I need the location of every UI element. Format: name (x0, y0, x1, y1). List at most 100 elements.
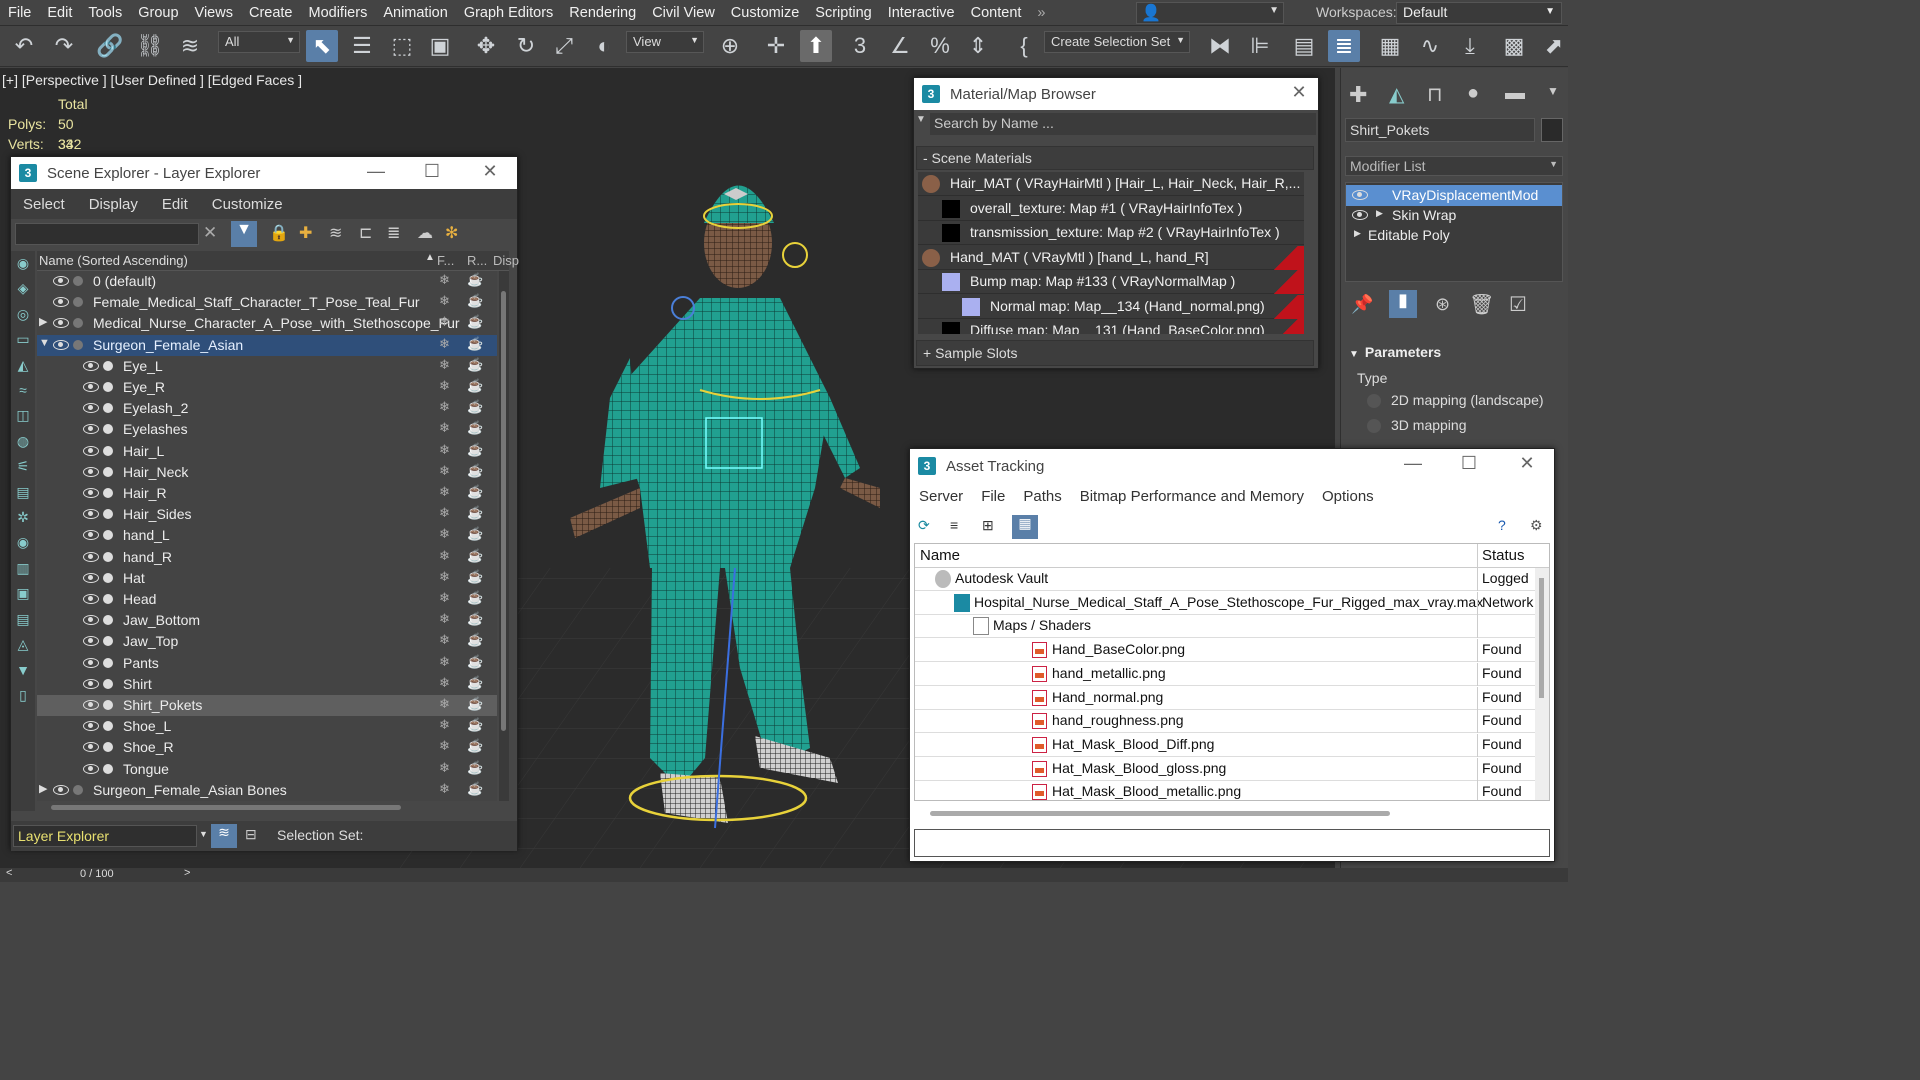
named-selection-icon[interactable]: { (1008, 30, 1040, 62)
visibility-eye-icon[interactable] (83, 466, 99, 477)
hierarchy-icon[interactable]: ⊏ (359, 223, 372, 243)
scene-explorer-toggle-icon[interactable]: ≣ (1328, 30, 1360, 62)
asset-row[interactable]: Hand_normal.png Found (915, 686, 1535, 710)
snaps-toggle-icon[interactable]: 3 (844, 30, 876, 62)
layer-row[interactable]: Hair_Sides ❄ ☕ (37, 504, 497, 525)
explorer-type-dropdown[interactable]: Layer Explorer (13, 825, 197, 847)
reference-coordinate-dropdown[interactable]: View ▼ (626, 31, 704, 53)
viewport-label[interactable]: [+] [Perspective ] [User Defined ] [Edge… (2, 72, 302, 88)
freeze-icon[interactable]: ❄ (439, 675, 450, 691)
layer-row[interactable]: ▶ Surgeon_Female_Asian Bones ❄ ☕ (37, 780, 497, 801)
rotate-icon[interactable]: ↻ (510, 30, 542, 62)
visibility-eye-icon[interactable] (83, 445, 99, 456)
menu-create[interactable]: Create (241, 5, 301, 21)
list-view-icon[interactable]: ≡ (950, 517, 958, 533)
render-setup-icon[interactable]: ⬈ (1538, 30, 1570, 62)
render-teapot-icon[interactable]: ☕ (467, 632, 483, 648)
layer-row[interactable]: Shoe_L ❄ ☕ (37, 716, 497, 737)
layer-mode-icon[interactable]: ≋ (211, 824, 237, 848)
mirror-icon[interactable]: ⧓ (1204, 30, 1236, 62)
material-search-input[interactable]: Search by Name ... (930, 113, 1316, 135)
render-teapot-icon[interactable]: ☕ (467, 590, 483, 606)
render-teapot-icon[interactable]: ☕ (467, 442, 483, 458)
close-icon[interactable]: ✕ (1512, 453, 1542, 474)
menu-overflow-icon[interactable]: » (1029, 5, 1053, 21)
curve-editor-icon[interactable]: ∿ (1414, 30, 1446, 62)
layer-row[interactable]: Shoe_R ❄ ☕ (37, 737, 497, 758)
layer-stack-icon[interactable]: ≣ (387, 223, 400, 243)
column-render-header[interactable]: R... (467, 253, 487, 268)
explorer-menu-edit[interactable]: Edit (150, 196, 200, 213)
material-browser-titlebar[interactable]: 3 Material/Map Browser ✕ (914, 78, 1318, 110)
render-teapot-icon[interactable]: ☕ (467, 696, 483, 712)
freeze-icon[interactable]: ❄ (439, 484, 450, 500)
layer-row[interactable]: Shirt ❄ ☕ (37, 674, 497, 695)
parameters-rollout[interactable]: ▼ Parameters (1349, 344, 1441, 360)
layers-icon[interactable]: ≋ (329, 223, 342, 243)
visibility-eye-icon[interactable] (83, 721, 99, 732)
visibility-eye-icon[interactable] (83, 382, 99, 392)
render-teapot-icon[interactable]: ☕ (467, 781, 483, 797)
layer-row[interactable]: Eye_L ❄ ☕ (37, 356, 497, 377)
freeze-icon[interactable]: ❄ (439, 760, 450, 776)
layer-row[interactable]: Female_Medical_Staff_Character_T_Pose_Te… (37, 292, 497, 313)
freeze-icon[interactable]: ❄ (439, 632, 450, 648)
menu-views[interactable]: Views (187, 5, 241, 21)
move-icon[interactable]: ✥ (470, 30, 502, 62)
menu-customize[interactable]: Customize (723, 5, 808, 21)
visibility-eye-icon[interactable] (53, 339, 69, 350)
minimize-icon[interactable]: — (1398, 453, 1428, 474)
visibility-eye-icon[interactable] (53, 276, 69, 286)
render-teapot-icon[interactable]: ☕ (467, 654, 483, 670)
visibility-eye-icon[interactable] (83, 700, 99, 710)
freeze-icon[interactable]: ❄ (439, 357, 450, 373)
asset-menu-bitmap-performance-and-memory[interactable]: Bitmap Performance and Memory (1071, 488, 1313, 505)
render-teapot-icon[interactable]: ☕ (467, 378, 483, 394)
render-teapot-icon[interactable]: ☕ (467, 463, 483, 479)
asset-menu-server[interactable]: Server (910, 488, 972, 505)
time-forward-icon[interactable]: > (184, 867, 190, 879)
render-teapot-icon[interactable]: ☕ (467, 738, 483, 754)
layer-row[interactable]: hand_L ❄ ☕ (37, 525, 497, 546)
visibility-eye-icon[interactable] (83, 403, 99, 414)
visibility-eye-icon[interactable] (83, 657, 99, 668)
freeze-icon[interactable]: ❄ (439, 590, 450, 606)
column-display-header[interactable]: Disp (493, 253, 519, 268)
layer-row[interactable]: Shirt_Pokets ❄ ☕ (37, 695, 497, 716)
material-editor-icon[interactable]: ▩ (1498, 30, 1530, 62)
freeze-icon[interactable]: ❄ (439, 293, 450, 309)
freeze-icon[interactable]: ❄ (439, 526, 450, 542)
asset-row[interactable]: Hat_Mask_Blood_gloss.png Found (915, 757, 1535, 781)
modifier-toggle-eye-icon[interactable] (1352, 190, 1368, 200)
render-teapot-icon[interactable]: ☕ (467, 526, 483, 542)
modifier-stack-item[interactable]: ▶ Skin Wrap (1346, 205, 1562, 226)
filter-icon[interactable]: ▼ (231, 221, 257, 247)
layer-row[interactable]: ▼ Surgeon_Female_Asian ❄ ☕ (37, 334, 497, 356)
menu-edit[interactable]: Edit (39, 5, 80, 21)
visibility-eye-icon[interactable] (83, 360, 99, 371)
asset-row[interactable]: Hat_Mask_Blood_metallic.png Found (915, 781, 1535, 800)
menu-rendering[interactable]: Rendering (561, 5, 644, 21)
placement-icon[interactable]: ◐ (588, 30, 620, 62)
visibility-eye-icon[interactable] (83, 678, 99, 689)
layer-row[interactable]: 0 (default) ❄ ☕ (37, 271, 497, 292)
menu-animation[interactable]: Animation (375, 5, 455, 21)
column-name-header[interactable]: Name (Sorted Ascending) (39, 253, 188, 268)
menu-file[interactable]: File (0, 5, 39, 21)
asset-row[interactable]: hand_metallic.png Found (915, 662, 1535, 686)
make-unique-icon[interactable]: ⊛ (1435, 294, 1450, 315)
options-icon[interactable]: ⚙ (1530, 517, 1543, 534)
asset-row[interactable]: Hat_Mask_Blood_Diff.png Found (915, 733, 1535, 757)
render-teapot-icon[interactable]: ☕ (467, 293, 483, 309)
bind-spacewarp-icon[interactable]: ≋ (174, 30, 206, 62)
freeze-icon[interactable]: ❄ (439, 654, 450, 670)
utilities-tab-icon[interactable]: ▼ (1547, 84, 1559, 98)
freeze-icon[interactable]: ❄ (439, 696, 450, 712)
undo-icon[interactable]: ↶ (8, 30, 40, 62)
layer-manager-icon[interactable]: ▤ (1288, 30, 1320, 62)
asset-path-field[interactable] (914, 829, 1550, 857)
layer-row[interactable]: Tongue ❄ ☕ (37, 759, 497, 780)
layer-row[interactable]: Pants ❄ ☕ (37, 653, 497, 674)
asset-vertical-scrollbar[interactable] (1535, 568, 1549, 800)
percent-snap-icon[interactable]: % (924, 30, 956, 62)
